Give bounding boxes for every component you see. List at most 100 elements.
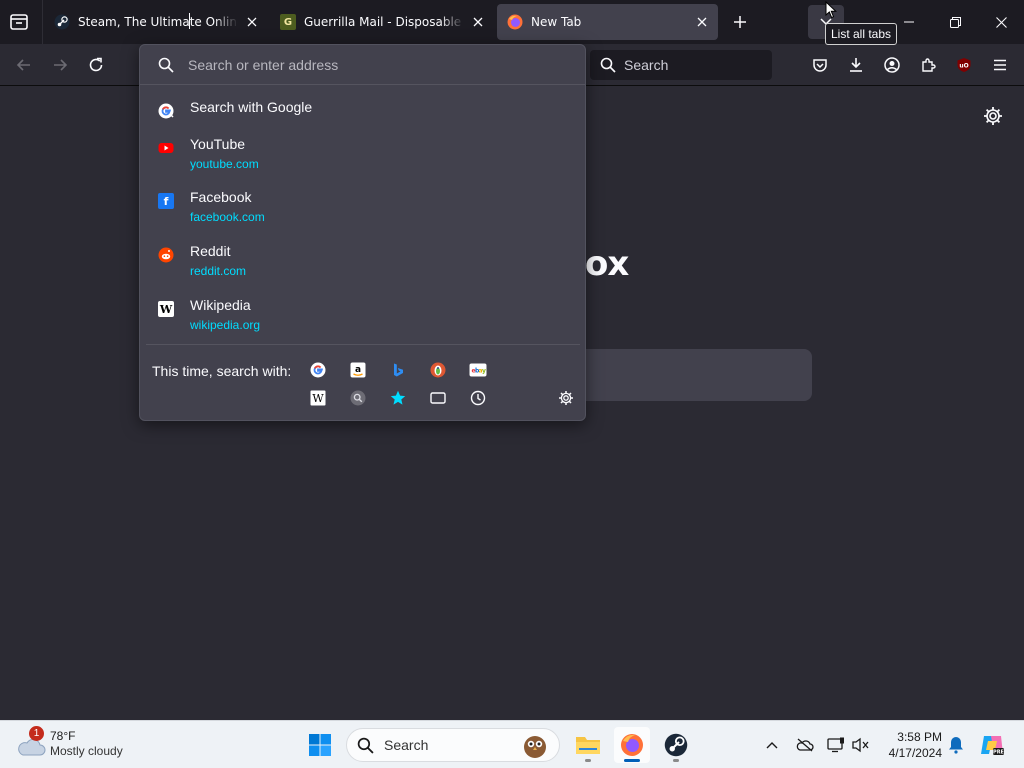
firefox-wordmark-fragment: ox bbox=[585, 244, 629, 284]
close-window-button[interactable] bbox=[978, 0, 1024, 44]
windows-taskbar: 1 78°F Mostly cloudy Search 3:58 PM 4/17… bbox=[0, 720, 1024, 768]
oneoff-google[interactable] bbox=[307, 359, 329, 381]
weather-temperature: 78°F bbox=[50, 729, 76, 743]
onedrive-tray-button[interactable] bbox=[795, 735, 815, 755]
oneoff-search-engine[interactable] bbox=[347, 387, 369, 409]
oneoff-wikipedia[interactable]: W bbox=[307, 387, 329, 409]
bookmarks-star-icon bbox=[390, 390, 406, 405]
suggestion-url: wikipedia.org bbox=[190, 318, 261, 332]
oneoff-search-label: This time, search with: bbox=[152, 363, 292, 379]
downloads-button[interactable] bbox=[844, 53, 868, 77]
volume-tray-button[interactable] bbox=[851, 735, 871, 755]
reload-button[interactable] bbox=[84, 53, 108, 77]
wikipedia-icon: W bbox=[310, 390, 326, 406]
taskbar-file-explorer[interactable] bbox=[570, 727, 606, 763]
close-tab-icon[interactable] bbox=[470, 14, 486, 30]
folder-icon bbox=[576, 737, 600, 754]
firefox-view-button[interactable] bbox=[8, 11, 30, 33]
notifications-button[interactable] bbox=[946, 735, 966, 755]
back-button[interactable] bbox=[12, 53, 36, 77]
taskbar-search-placeholder: Search bbox=[384, 737, 429, 753]
tab-steam[interactable]: Steam, The Ultimate Online Game Platform bbox=[44, 4, 268, 40]
oneoff-tabs[interactable] bbox=[427, 387, 449, 409]
app-menu-button[interactable] bbox=[988, 53, 1012, 77]
oneoff-bing[interactable] bbox=[387, 359, 409, 381]
steam-icon bbox=[54, 14, 70, 30]
firefox-view-icon bbox=[10, 14, 28, 30]
oneoff-duckduckgo[interactable] bbox=[427, 359, 449, 381]
youtube-icon bbox=[158, 140, 174, 156]
suggestion-search-google[interactable]: Search with Google bbox=[148, 99, 578, 125]
monitor-icon bbox=[827, 737, 844, 753]
new-tab-search-box[interactable] bbox=[583, 349, 812, 401]
urlbar[interactable] bbox=[140, 45, 585, 85]
download-icon bbox=[850, 58, 862, 72]
hamburger-menu-icon bbox=[994, 59, 1006, 71]
suggestion-title: YouTube bbox=[190, 136, 246, 152]
search-bar-placeholder: Search bbox=[624, 57, 669, 73]
pocket-button[interactable] bbox=[808, 53, 832, 77]
search-icon bbox=[158, 57, 174, 73]
popup-divider bbox=[146, 344, 580, 345]
windows-logo-icon bbox=[309, 734, 331, 756]
oneoff-history[interactable] bbox=[467, 387, 489, 409]
restore-button[interactable] bbox=[932, 0, 978, 44]
system-clock[interactable]: 3:58 PM 4/17/2024 bbox=[878, 729, 942, 761]
bell-icon bbox=[949, 737, 963, 754]
weather-widget[interactable]: 1 78°F Mostly cloudy bbox=[14, 726, 164, 763]
weather-description: Mostly cloudy bbox=[50, 744, 123, 758]
close-tab-icon[interactable] bbox=[694, 14, 710, 30]
new-tab-settings-button[interactable] bbox=[982, 105, 1004, 127]
clock-date: 4/17/2024 bbox=[888, 746, 942, 760]
show-hidden-icons-button[interactable] bbox=[762, 735, 782, 755]
tab-title: New Tab bbox=[531, 15, 582, 29]
display-tray-button[interactable] bbox=[826, 735, 846, 755]
oneoff-bookmarks[interactable] bbox=[387, 387, 409, 409]
taskbar-search-box[interactable]: Search bbox=[346, 728, 560, 762]
taskbar-steam[interactable] bbox=[658, 727, 694, 763]
running-indicator bbox=[673, 759, 679, 762]
reload-icon bbox=[89, 57, 103, 72]
puzzle-icon bbox=[922, 58, 936, 72]
tab-title: Guerrilla Mail - Disposable Temporary E-… bbox=[304, 15, 464, 29]
urlbar-dropdown: Search with Google YouTube youtube.com f… bbox=[139, 44, 586, 421]
facebook-icon: f bbox=[158, 193, 174, 209]
clock-time: 3:58 PM bbox=[897, 730, 942, 744]
address-input[interactable] bbox=[188, 56, 568, 73]
new-tab-button[interactable] bbox=[728, 10, 752, 34]
suggestion-reddit[interactable]: Reddit reddit.com bbox=[148, 243, 578, 281]
google-icon bbox=[310, 362, 326, 378]
reddit-icon bbox=[158, 247, 174, 263]
suggestion-url: youtube.com bbox=[190, 157, 259, 171]
extensions-button[interactable] bbox=[916, 53, 940, 77]
svg-text:y: y bbox=[482, 368, 486, 375]
plus-icon bbox=[734, 16, 746, 28]
oneoff-ebay[interactable]: ebay bbox=[467, 359, 489, 381]
suggestion-wikipedia[interactable]: W Wikipedia wikipedia.org bbox=[148, 297, 578, 335]
suggestion-youtube[interactable]: YouTube youtube.com bbox=[148, 136, 578, 174]
oneoff-amazon[interactable]: a bbox=[347, 359, 369, 381]
mouse-pointer-icon bbox=[825, 0, 838, 23]
speaker-muted-icon bbox=[852, 737, 869, 753]
close-tab-icon[interactable] bbox=[244, 14, 260, 30]
copilot-icon: PRE bbox=[981, 736, 1005, 756]
start-button[interactable] bbox=[302, 727, 338, 763]
tab-new-tab[interactable]: New Tab bbox=[497, 4, 718, 40]
tab-title: Steam, The Ultimate Online Game Platform bbox=[78, 15, 238, 29]
suggestion-url: facebook.com bbox=[190, 210, 265, 224]
gear-icon bbox=[984, 107, 1002, 125]
tab-guerrilla-mail[interactable]: G Guerrilla Mail - Disposable Temporary … bbox=[270, 4, 494, 40]
ublock-origin-button[interactable]: uO bbox=[952, 53, 976, 77]
minimize-icon bbox=[904, 21, 914, 23]
account-button[interactable] bbox=[880, 53, 904, 77]
text-caret bbox=[189, 13, 190, 29]
toolbar-search-bar[interactable]: Search bbox=[590, 50, 772, 80]
copilot-button[interactable]: PRE bbox=[978, 731, 1006, 759]
search-icon bbox=[357, 737, 374, 754]
svg-text:W: W bbox=[312, 392, 324, 405]
suggestion-facebook[interactable]: f Facebook facebook.com bbox=[148, 189, 578, 227]
back-arrow-icon bbox=[16, 59, 30, 71]
forward-button[interactable] bbox=[48, 53, 72, 77]
taskbar-firefox[interactable] bbox=[614, 727, 650, 763]
search-settings-button[interactable] bbox=[555, 387, 577, 409]
